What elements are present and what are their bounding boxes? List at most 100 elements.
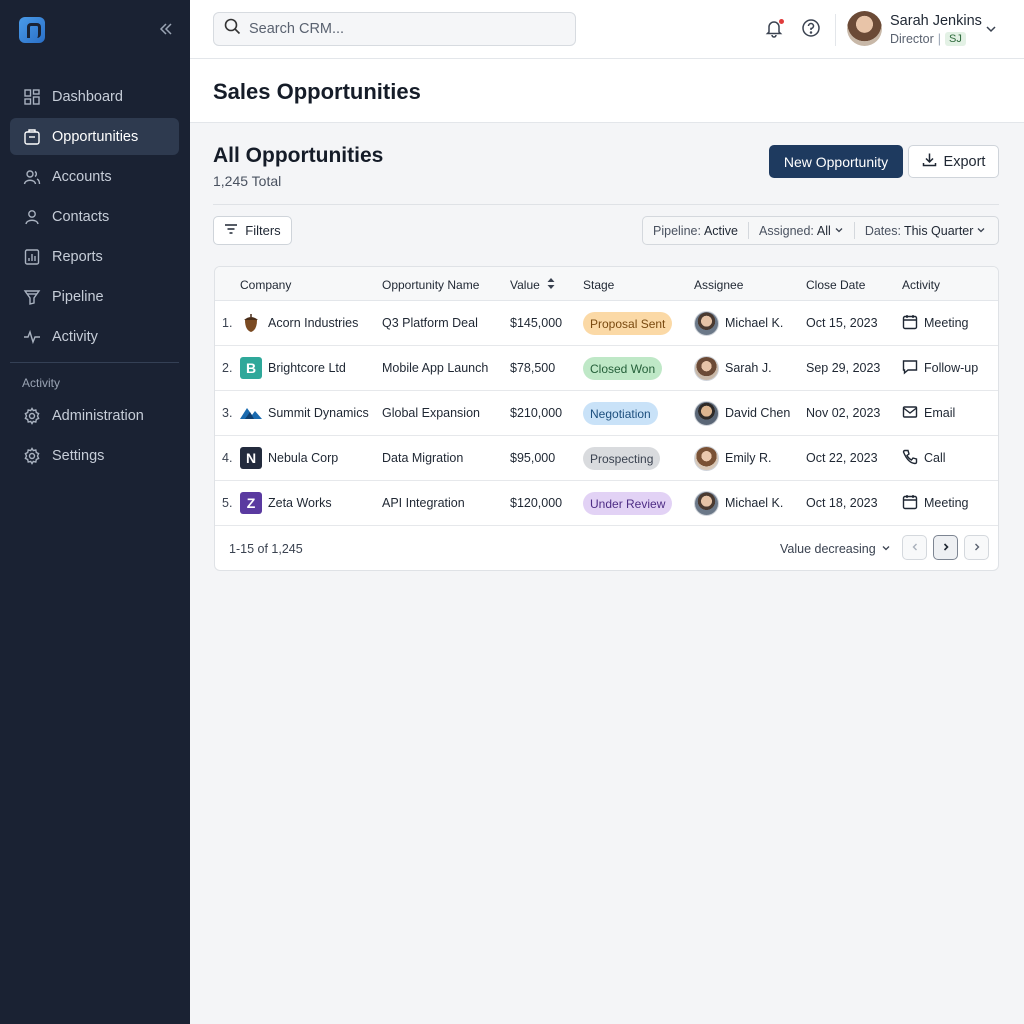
sidebar-item-label: Reports (52, 248, 103, 265)
filters-label: Filters (245, 223, 281, 238)
briefcase-icon (22, 127, 42, 147)
activity-type[interactable]: Call (924, 451, 946, 465)
opportunity-name[interactable]: Mobile App Launch (382, 361, 488, 375)
activity-type[interactable]: Follow-up (924, 361, 978, 375)
opportunity-name[interactable]: Global Expansion (382, 406, 480, 420)
column-value[interactable]: Value (510, 278, 555, 292)
sort-icon (547, 278, 555, 292)
activity-type[interactable]: Email (924, 406, 955, 420)
sidebar-item-settings[interactable]: Settings (10, 437, 179, 474)
table-row[interactable]: 4. N Nebula Corp Data Migration $95,000 … (215, 436, 998, 481)
pagination-range: 1-15 of 1,245 (229, 542, 303, 556)
chevron-down-icon (881, 542, 891, 556)
column-activity[interactable]: Activity (902, 278, 940, 292)
table-row[interactable]: 2. B Brightcore Ltd Mobile App Launch $7… (215, 346, 998, 391)
search-input[interactable] (249, 21, 549, 37)
chevron-down-icon[interactable] (985, 22, 997, 40)
activity-icon (22, 327, 42, 347)
pipeline-filter-label: Pipeline: (653, 223, 701, 238)
column-assignee[interactable]: Assignee (694, 278, 743, 292)
total-count: 1,245 Total (213, 173, 282, 189)
sidebar-section-label: Activity (22, 376, 61, 390)
sidebar-item-administration[interactable]: Administration (10, 397, 179, 434)
pipeline-filter[interactable]: Pipeline: Active (643, 222, 748, 239)
table-row[interactable]: 5. Z Zeta Works API Integration $120,000… (215, 481, 998, 526)
mountain-logo-icon (240, 402, 262, 424)
opportunity-name[interactable]: Data Migration (382, 451, 463, 465)
company-name[interactable]: Acorn Industries (268, 316, 358, 330)
next-page-button[interactable] (964, 535, 989, 560)
stage-badge: Under Review (583, 492, 673, 515)
close-date: Oct 15, 2023 (806, 316, 878, 330)
current-page-button[interactable] (933, 535, 958, 560)
activity-type[interactable]: Meeting (924, 496, 968, 510)
page-title-bar: Sales Opportunities (190, 59, 1024, 123)
search-icon (224, 18, 241, 40)
sidebar-divider (10, 362, 179, 363)
search-box[interactable] (213, 12, 576, 46)
zeta-logo-icon: Z (240, 492, 262, 514)
export-button[interactable]: Export (908, 145, 999, 178)
table-row[interactable]: 1. Acorn Industries Q3 Platform Deal $14… (215, 301, 998, 346)
close-date: Sep 29, 2023 (806, 361, 881, 375)
chevron-right-icon (941, 539, 951, 557)
chevron-down-icon (834, 224, 844, 238)
sidebar-item-label: Opportunities (52, 128, 139, 145)
user-avatar[interactable] (847, 11, 882, 46)
notifications-bell-icon[interactable] (764, 18, 786, 40)
sidebar-secondary-nav: Administration Settings (10, 397, 179, 477)
chevron-left-icon (910, 539, 920, 557)
new-opportunity-button[interactable]: New Opportunity (769, 145, 903, 178)
sidebar-item-dashboard[interactable]: Dashboard (10, 78, 179, 115)
filters-button[interactable]: Filters (213, 216, 292, 245)
help-icon[interactable] (801, 18, 823, 40)
sidebar-item-reports[interactable]: Reports (10, 238, 179, 275)
sidebar-nav: Dashboard Opportunities Accounts Contact… (10, 78, 179, 358)
column-close-date[interactable]: Close Date (806, 278, 865, 292)
gear-icon (22, 406, 42, 426)
dates-filter-value: This Quarter (903, 223, 974, 238)
company-name[interactable]: Nebula Corp (268, 451, 338, 465)
assigned-filter-value: All (816, 223, 831, 238)
user-name[interactable]: Sarah Jenkins (890, 13, 982, 29)
table-row[interactable]: 3. Summit Dynamics Global Expansion $210… (215, 391, 998, 436)
sidebar-item-activity[interactable]: Activity (10, 318, 179, 355)
section-title: All Opportunities (213, 144, 384, 167)
sort-select[interactable]: Value decreasing (780, 542, 891, 556)
sidebar-item-label: Contacts (52, 208, 110, 225)
brightcore-logo-icon: B (240, 357, 262, 379)
sidebar-item-pipeline[interactable]: Pipeline (10, 278, 179, 315)
close-date: Oct 22, 2023 (806, 451, 878, 465)
opportunity-value: $78,500 (510, 361, 556, 375)
opportunity-name[interactable]: API Integration (382, 496, 465, 510)
opportunity-name[interactable]: Q3 Platform Deal (382, 316, 478, 330)
collapse-sidebar-icon[interactable] (155, 18, 177, 40)
column-opportunity[interactable]: Opportunity Name (382, 278, 479, 292)
column-value-label: Value (510, 278, 540, 292)
column-company[interactable]: Company (240, 278, 291, 292)
sidebar: Dashboard Opportunities Accounts Contact… (0, 0, 190, 1024)
sidebar-item-accounts[interactable]: Accounts (10, 158, 179, 195)
company-name[interactable]: Summit Dynamics (268, 406, 369, 420)
row-number: 1. (222, 316, 233, 330)
assigned-filter[interactable]: Assigned: All (748, 222, 854, 239)
acorn-logo-icon (240, 312, 262, 334)
column-stage[interactable]: Stage (583, 278, 614, 292)
chevron-down-icon (976, 224, 986, 238)
assignee-name: Emily R. (725, 451, 772, 465)
assignee-name: Michael K. (725, 496, 784, 510)
company-name[interactable]: Zeta Works (268, 496, 332, 510)
app-logo[interactable] (19, 17, 45, 43)
assignee-name: Sarah J. (725, 361, 772, 375)
assignee-name: Michael K. (725, 316, 784, 330)
top-bar: Sarah Jenkins Director | SJ (190, 0, 1024, 59)
prev-page-button[interactable] (902, 535, 927, 560)
assignee-name: David Chen (725, 406, 791, 420)
sidebar-item-contacts[interactable]: Contacts (10, 198, 179, 235)
sidebar-item-opportunities[interactable]: Opportunities (10, 118, 179, 155)
company-name[interactable]: Brightcore Ltd (268, 361, 346, 375)
dates-filter[interactable]: Dates: This Quarter (853, 222, 997, 239)
activity-type[interactable]: Meeting (924, 316, 968, 330)
chevron-right-icon (972, 539, 982, 557)
filter-bar: Pipeline: Active Assigned: All Dates: Th… (642, 216, 999, 245)
